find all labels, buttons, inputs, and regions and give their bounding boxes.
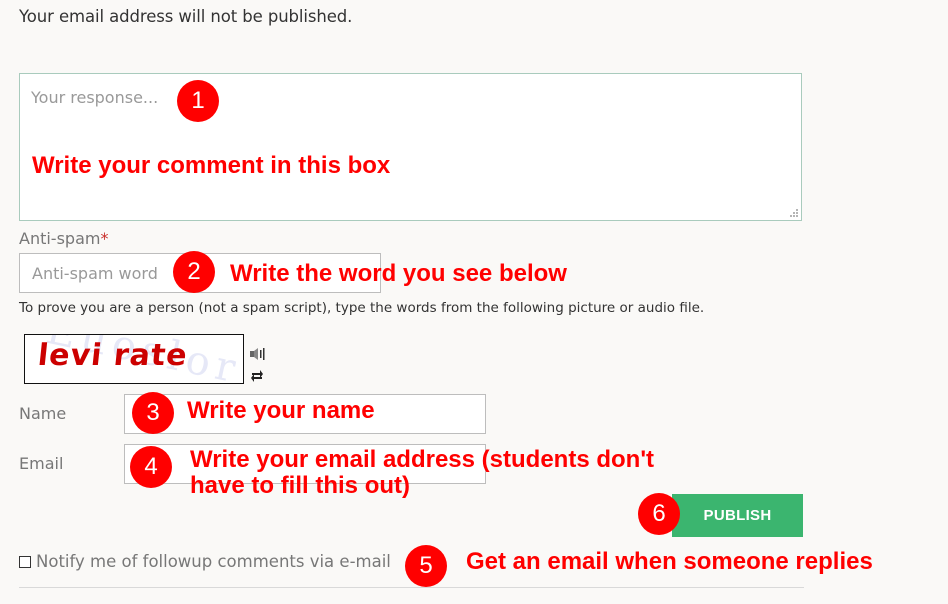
annotation-badge-3: 3 bbox=[132, 392, 174, 434]
annotation-badge-2: 2 bbox=[173, 251, 215, 293]
required-mark: * bbox=[100, 229, 109, 248]
antispam-label-text: Anti-spam bbox=[19, 229, 101, 248]
notify-label[interactable]: Notify me of followup comments via e-mai… bbox=[36, 552, 391, 571]
email-privacy-notice: Your email address will not be published… bbox=[19, 7, 353, 26]
annotation-text-5: Get an email when someone replies bbox=[466, 548, 873, 575]
resize-grip-icon[interactable] bbox=[790, 209, 798, 217]
annotation-text-3: Write your name bbox=[187, 397, 375, 424]
comment-textarea[interactable]: Your response... bbox=[19, 73, 802, 221]
name-label: Name bbox=[19, 404, 67, 423]
annotation-badge-1: 1 bbox=[177, 80, 219, 122]
annotation-text-1: Write your comment in this box bbox=[32, 152, 391, 179]
annotation-badge-4: 4 bbox=[130, 446, 172, 488]
publish-button[interactable]: PUBLISH bbox=[672, 494, 803, 537]
captcha-image: Euoslor levi rate bbox=[24, 334, 244, 384]
annotation-text-4b: have to fill this out) bbox=[190, 472, 410, 499]
captcha-word: levi rate bbox=[36, 338, 190, 373]
annotation-badge-6: 6 bbox=[638, 493, 680, 535]
annotation-text-2: Write the word you see below bbox=[230, 260, 567, 287]
refresh-icon[interactable] bbox=[250, 368, 264, 387]
divider bbox=[19, 587, 804, 588]
speaker-icon[interactable] bbox=[249, 347, 265, 364]
antispam-label: Anti-spam* bbox=[19, 229, 108, 248]
annotation-badge-5: 5 bbox=[405, 545, 447, 587]
annotation-text-4a: Write your email address (students don't bbox=[190, 446, 655, 473]
antispam-help-text: To prove you are a person (not a spam sc… bbox=[19, 300, 705, 316]
antispam-placeholder: Anti-spam word bbox=[32, 264, 158, 283]
email-label: Email bbox=[19, 454, 64, 473]
comment-placeholder: Your response... bbox=[31, 88, 159, 107]
notify-checkbox[interactable] bbox=[19, 556, 31, 568]
